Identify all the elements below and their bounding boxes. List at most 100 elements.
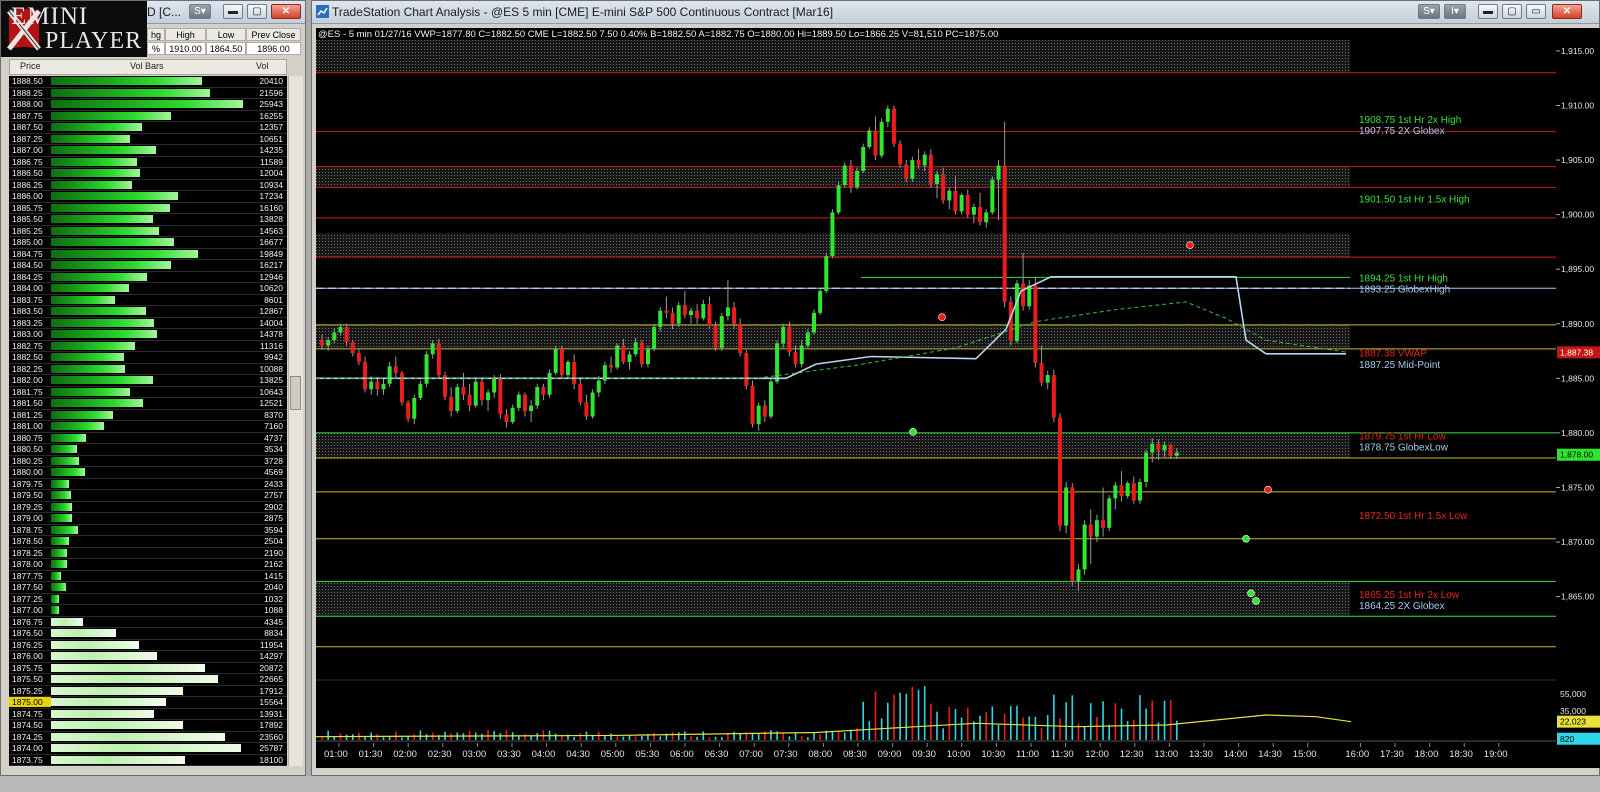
ladder-price[interactable]: 1882.00 [9, 375, 51, 385]
ladder-row[interactable]: 1887.25 10651 [9, 134, 287, 144]
ladder-price[interactable]: 1881.25 [9, 410, 51, 420]
ladder-scrollbar-thumb[interactable] [290, 376, 301, 410]
ladder-rows[interactable]: 1888.50 20410 1888.25 21596 1888.00 25943 1887… [9, 76, 287, 766]
ladder-row[interactable]: 1878.00 2162 [9, 559, 287, 569]
ladder-price[interactable]: 1885.75 [9, 203, 51, 213]
ladder-price[interactable]: 1884.50 [9, 260, 51, 270]
ladder-price[interactable]: 1883.00 [9, 329, 51, 339]
ladder-row[interactable]: 1884.75 19849 [9, 249, 287, 259]
price-axis[interactable]: 1,915.00 1,910.00 1,905.00 1,900.00 1,895.00… [1556, 28, 1600, 768]
ladder-row[interactable]: 1882.50 9942 [9, 352, 287, 362]
col-header-price[interactable]: Price [20, 61, 41, 71]
ladder-row[interactable]: 1886.75 11589 [9, 157, 287, 167]
ladder-row[interactable]: 1886.50 12004 [9, 168, 287, 178]
ladder-price[interactable]: 1874.50 [9, 720, 51, 730]
symbol-menu-button[interactable]: S▾ [189, 4, 211, 19]
ladder-price[interactable]: 1875.50 [9, 674, 51, 684]
ladder-price[interactable]: 1878.00 [9, 559, 51, 569]
ladder-price[interactable]: 1882.75 [9, 341, 51, 351]
ladder-price[interactable]: 1885.50 [9, 214, 51, 224]
ladder-price[interactable]: 1880.50 [9, 444, 51, 454]
ladder-row[interactable]: 1883.75 8601 [9, 295, 287, 305]
ladder-row[interactable]: 1877.50 2040 [9, 582, 287, 592]
ladder-row[interactable]: 1885.25 14563 [9, 226, 287, 236]
ladder-price[interactable]: 1886.00 [9, 191, 51, 201]
interval-menu-button[interactable]: I▾ [1444, 4, 1466, 19]
ladder-row[interactable]: 1882.00 13825 [9, 375, 287, 385]
ladder-price[interactable]: 1881.00 [9, 421, 51, 431]
ladder-row[interactable]: 1882.75 11316 [9, 341, 287, 351]
ladder-row[interactable]: 1885.75 16160 [9, 203, 287, 213]
ladder-price[interactable]: 1877.75 [9, 571, 51, 581]
ladder-row[interactable]: 1874.25 23560 [9, 732, 287, 742]
ladder-row[interactable]: 1882.25 10088 [9, 364, 287, 374]
col-header-vol-bars[interactable]: Vol Bars [130, 61, 164, 71]
ladder-price[interactable]: 1875.25 [9, 686, 51, 696]
ladder-price[interactable]: 1879.75 [9, 479, 51, 489]
maximize-button[interactable]: ▢ [247, 4, 267, 19]
ladder-row[interactable]: 1877.00 1088 [9, 605, 287, 615]
ladder-row[interactable]: 1875.75 20872 [9, 663, 287, 673]
ladder-price[interactable]: 1880.00 [9, 467, 51, 477]
ladder-row[interactable]: 1873.75 18100 [9, 755, 287, 765]
symbol-link-button[interactable]: S▾ [1418, 4, 1440, 19]
ladder-price[interactable]: 1880.25 [9, 456, 51, 466]
ladder-row[interactable]: 1887.00 14235 [9, 145, 287, 155]
ladder-row[interactable]: 1887.50 12357 [9, 122, 287, 132]
ladder-row[interactable]: 1878.25 2190 [9, 548, 287, 558]
ladder-price[interactable]: 1883.25 [9, 318, 51, 328]
ladder-row[interactable]: 1877.75 1415 [9, 571, 287, 581]
col-header-vol[interactable]: Vol [256, 61, 269, 71]
ladder-row[interactable]: 1874.50 17892 [9, 720, 287, 730]
ladder-row[interactable]: 1874.75 13931 [9, 709, 287, 719]
ladder-price[interactable]: 1888.25 [9, 88, 51, 98]
ladder-price[interactable]: 1879.00 [9, 513, 51, 523]
ladder-price[interactable]: 1887.25 [9, 134, 51, 144]
ladder-price[interactable]: 1887.75 [9, 111, 51, 121]
ladder-row[interactable]: 1885.50 13828 [9, 214, 287, 224]
ladder-row[interactable]: 1886.00 17234 [9, 191, 287, 201]
ladder-price[interactable]: 1876.25 [9, 640, 51, 650]
ladder-price[interactable]: 1884.00 [9, 283, 51, 293]
ladder-row[interactable]: 1884.00 10620 [9, 283, 287, 293]
ladder-price[interactable]: 1888.00 [9, 99, 51, 109]
ladder-price[interactable]: 1881.50 [9, 398, 51, 408]
price-chart-area[interactable]: 1908.75 1st Hr 2x High 1907.75 2X Globex 1… [315, 28, 1556, 768]
ladder-price[interactable]: 1885.00 [9, 237, 51, 247]
ladder-row[interactable]: 1883.25 14004 [9, 318, 287, 328]
ladder-row[interactable]: 1888.50 20410 [9, 76, 287, 86]
ladder-price[interactable]: 1886.50 [9, 168, 51, 178]
ladder-price[interactable]: 1879.25 [9, 502, 51, 512]
ladder-row[interactable]: 1876.50 8834 [9, 628, 287, 638]
ladder-price[interactable]: 1875.75 [9, 663, 51, 673]
ladder-row[interactable]: 1879.75 2433 [9, 479, 287, 489]
ladder-scrollbar[interactable] [288, 76, 303, 766]
ladder-price[interactable]: 1877.50 [9, 582, 51, 592]
ladder-row[interactable]: 1883.50 12867 [9, 306, 287, 316]
ladder-row[interactable]: 1881.50 12521 [9, 398, 287, 408]
ladder-price[interactable]: 1877.00 [9, 605, 51, 615]
ladder-row[interactable]: 1880.25 3728 [9, 456, 287, 466]
ladder-price[interactable]: 1876.50 [9, 628, 51, 638]
ladder-price[interactable]: 1885.25 [9, 226, 51, 236]
ladder-price[interactable]: 1883.50 [9, 306, 51, 316]
ladder-row[interactable]: 1877.25 1032 [9, 594, 287, 604]
close-button[interactable]: ✕ [271, 4, 301, 19]
chart-titlebar[interactable]: TradeStation Chart Analysis - @ES 5 min … [312, 1, 1599, 24]
ladder-row[interactable]: 1881.00 7160 [9, 421, 287, 431]
ladder-price[interactable]: 1874.75 [9, 709, 51, 719]
ladder-row[interactable]: 1883.00 14378 [9, 329, 287, 339]
candlestick-chart[interactable]: 1908.75 1st Hr 2x High1907.75 2X Globex 1… [315, 28, 1556, 768]
ladder-row[interactable]: 1880.50 3534 [9, 444, 287, 454]
ladder-row[interactable]: 1881.25 8370 [9, 410, 287, 420]
ladder-row[interactable]: 1879.25 2902 [9, 502, 287, 512]
close-button[interactable]: ✕ [1552, 4, 1582, 19]
ladder-row[interactable]: 1876.00 14297 [9, 651, 287, 661]
minimize-button[interactable]: ▬ [223, 4, 243, 19]
ladder-row[interactable]: 1880.75 4737 [9, 433, 287, 443]
ladder-price[interactable]: 1883.75 [9, 295, 51, 305]
ladder-price[interactable]: 1881.75 [9, 387, 51, 397]
ladder-price[interactable]: 1887.50 [9, 122, 51, 132]
ladder-row[interactable]: 1885.00 16677 [9, 237, 287, 247]
ladder-row[interactable]: 1879.50 2757 [9, 490, 287, 500]
